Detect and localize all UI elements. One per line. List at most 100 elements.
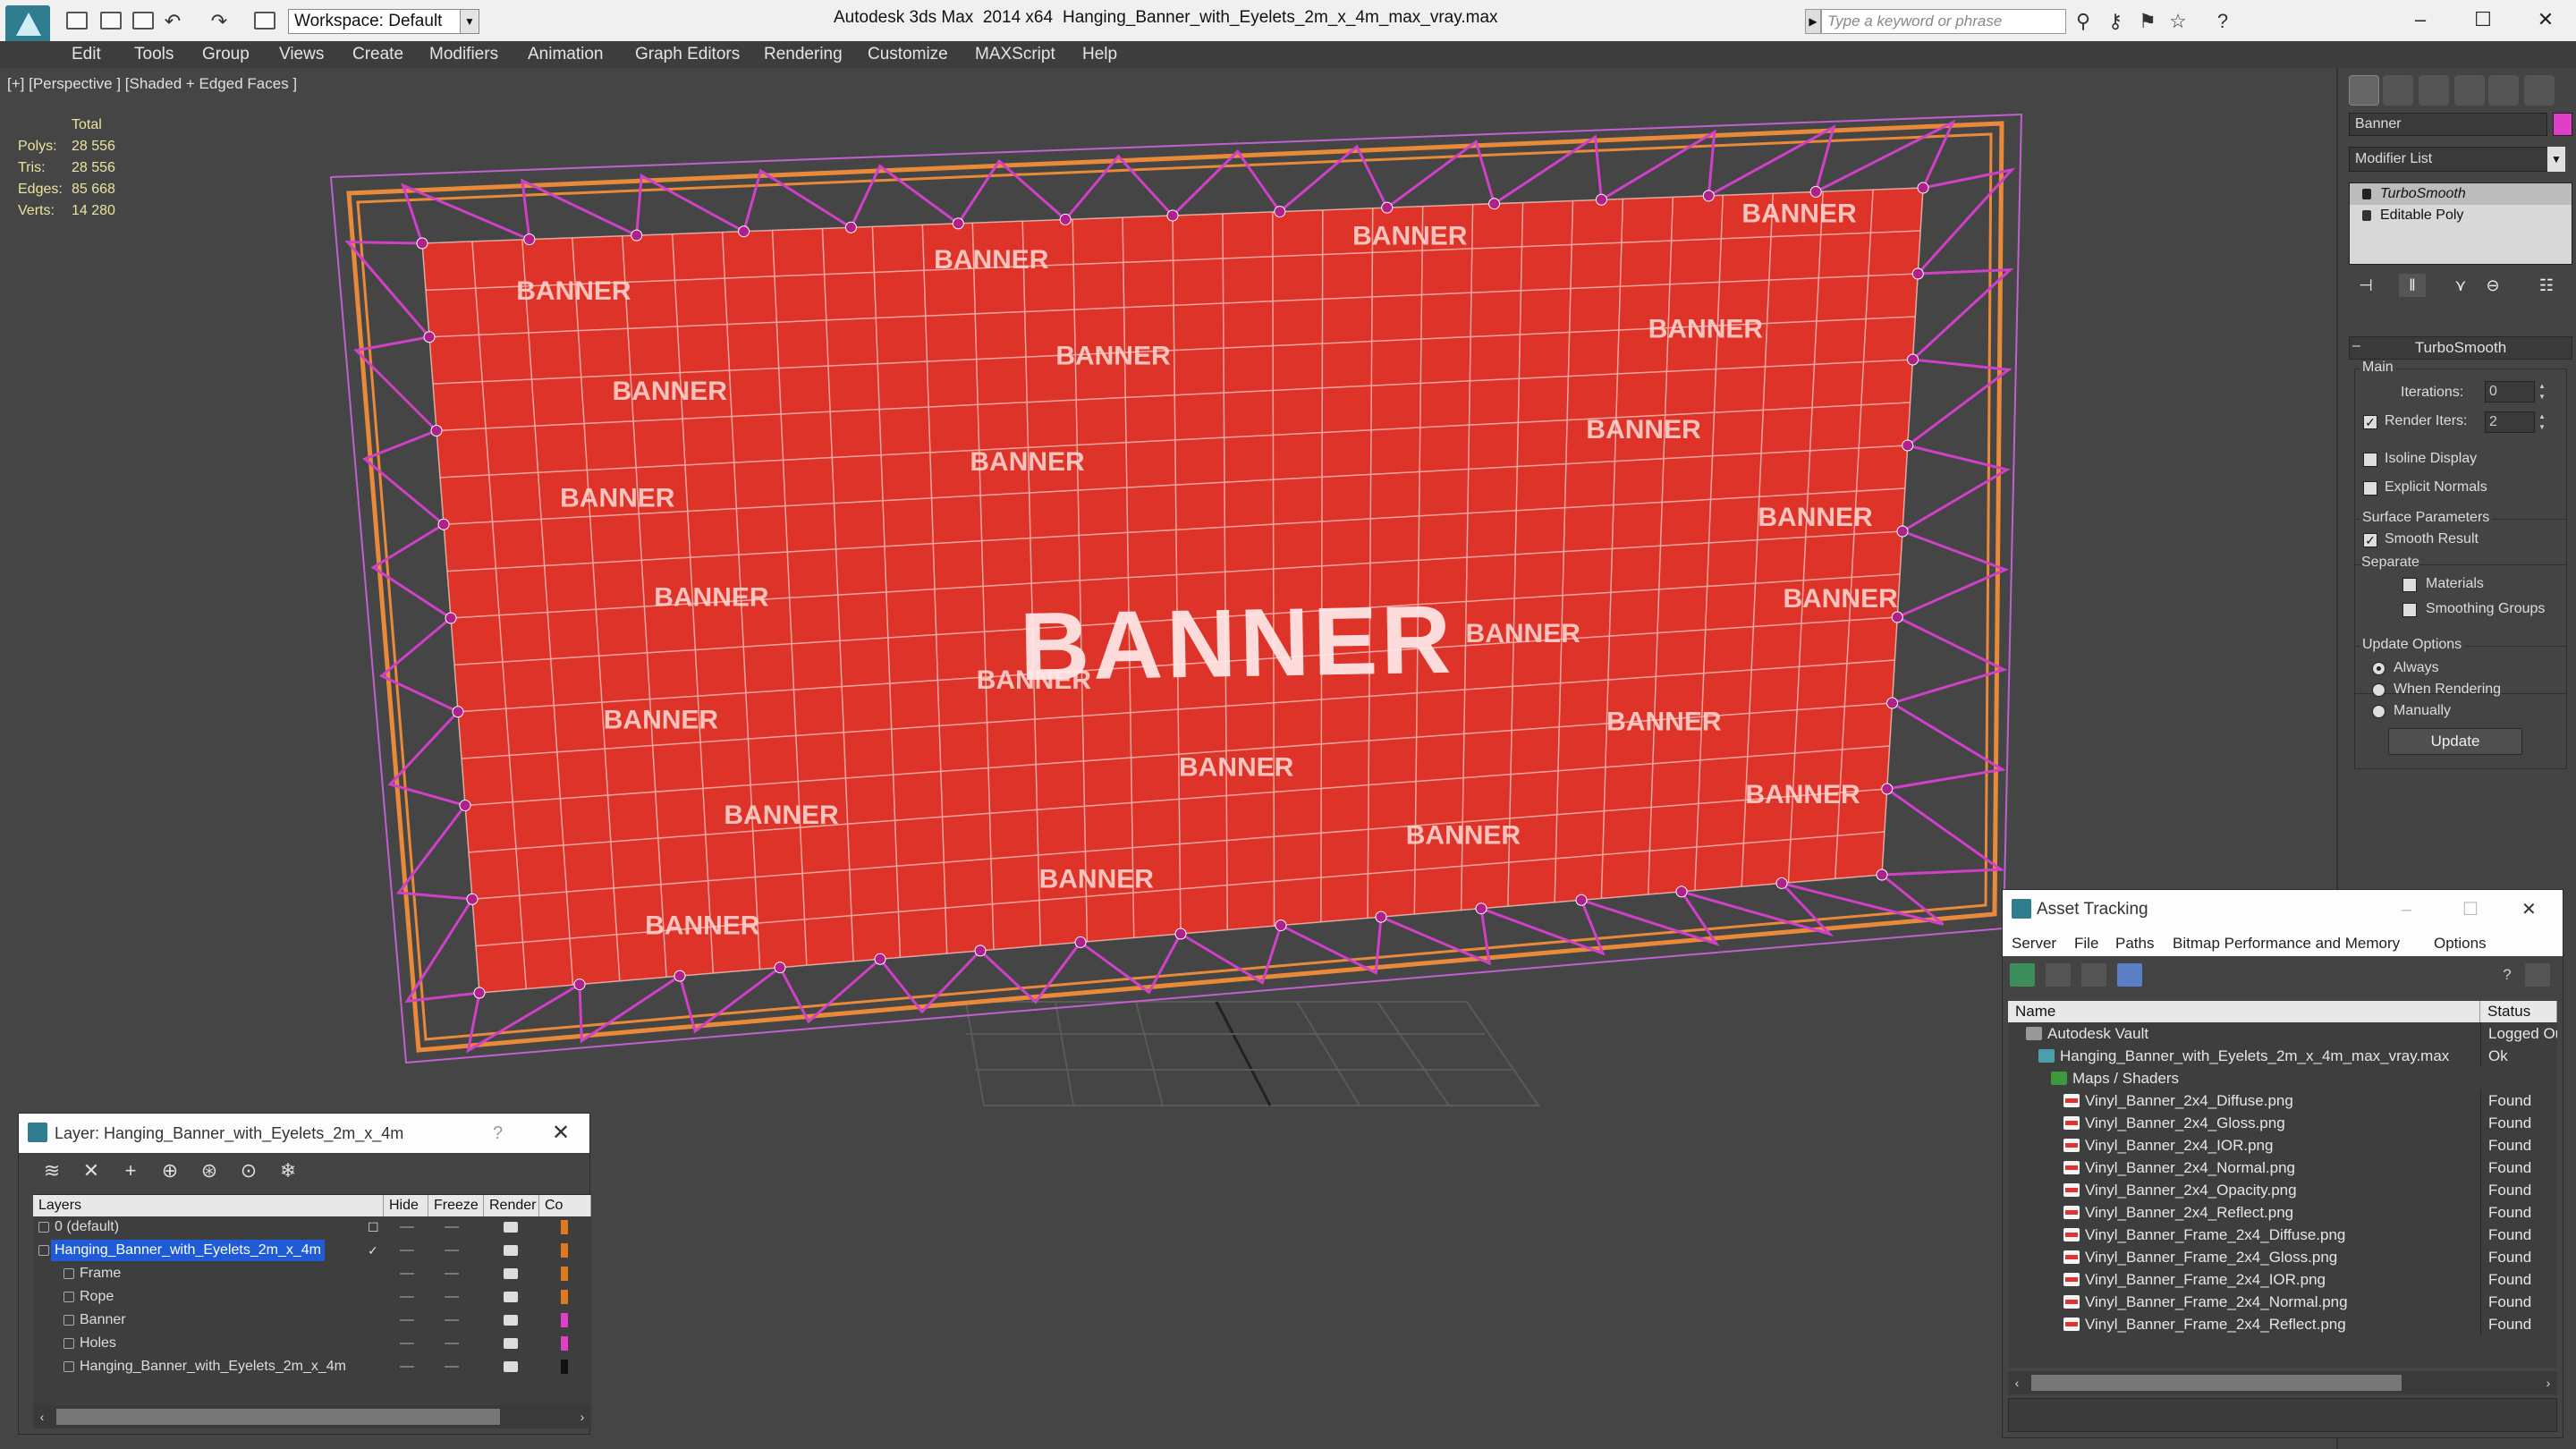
layer-name[interactable]: 0 (default): [51, 1216, 123, 1238]
menu-modifiers[interactable]: Modifiers: [429, 45, 498, 64]
hide-toggle[interactable]: [400, 1273, 414, 1275]
separate-materials-checkbox[interactable]: [2402, 578, 2417, 592]
asset-horizontal-scrollbar[interactable]: ‹ ›: [2008, 1371, 2557, 1394]
scroll-right-icon[interactable]: ›: [2539, 1371, 2557, 1394]
asset-row[interactable]: Vinyl_Banner_Frame_2x4_Reflect.png Found: [2008, 1313, 2557, 1335]
delete-layer-icon[interactable]: ✕: [78, 1158, 105, 1183]
scroll-right-icon[interactable]: ›: [573, 1405, 591, 1428]
table-view-icon[interactable]: [2117, 963, 2142, 987]
render-teapot-icon[interactable]: [504, 1268, 518, 1279]
layer-name[interactable]: Hanging_Banner_with_Eyelets_2m_x_4m: [51, 1240, 325, 1261]
col-layers[interactable]: Layers: [33, 1195, 384, 1216]
col-color[interactable]: Co: [539, 1195, 591, 1216]
scroll-left-icon[interactable]: ‹: [33, 1405, 51, 1428]
help-icon[interactable]: ?: [2495, 963, 2520, 987]
viewport-label[interactable]: [+] [Perspective ] [Shaded + Edged Faces…: [7, 75, 297, 93]
freeze-toggle[interactable]: [445, 1273, 459, 1275]
asset-row[interactable]: Vinyl_Banner_2x4_Normal.png Found: [2008, 1157, 2557, 1179]
iterations-spinner[interactable]: 0: [2485, 381, 2535, 402]
asset-row[interactable]: Vinyl_Banner_Frame_2x4_Diffuse.png Found: [2008, 1224, 2557, 1246]
layer-color-swatch[interactable]: [561, 1267, 568, 1281]
menu-group[interactable]: Group: [202, 45, 250, 64]
layer-color-swatch[interactable]: [561, 1313, 568, 1327]
close-button[interactable]: ✕: [2521, 890, 2537, 929]
menu-views[interactable]: Views: [279, 45, 324, 64]
col-status[interactable]: Status: [2480, 1001, 2557, 1022]
favorites-icon[interactable]: ☆: [2166, 11, 2190, 32]
menu-edit[interactable]: Edit: [72, 45, 101, 64]
asset-menu-paths[interactable]: Paths: [2115, 935, 2154, 953]
configure-sets-icon[interactable]: ☷: [2533, 274, 2560, 297]
rollout-turbosmooth[interactable]: TurboSmooth: [2349, 336, 2572, 360]
show-end-result-icon[interactable]: ‖: [2399, 274, 2426, 297]
menu-animation[interactable]: Animation: [528, 45, 604, 64]
layer-row[interactable]: Holes: [33, 1333, 591, 1354]
hide-toggle[interactable]: [400, 1366, 414, 1368]
active-layer-icon[interactable]: ☐: [368, 1216, 379, 1238]
freeze-toggle[interactable]: [445, 1296, 459, 1298]
layer-close-button[interactable]: ✕: [552, 1114, 570, 1153]
settings-icon[interactable]: [2525, 963, 2550, 987]
layer-row[interactable]: Hanging_Banner_with_Eyelets_2m_x_4m: [33, 1356, 591, 1377]
create-layer-icon[interactable]: ≋: [38, 1158, 65, 1183]
layer-dialog-title[interactable]: Layer: Hanging_Banner_with_Eyelets_2m_x_…: [19, 1114, 589, 1153]
layer-row[interactable]: Banner: [33, 1309, 591, 1331]
freeze-toggle[interactable]: [445, 1226, 459, 1228]
menu-graph-editors[interactable]: Graph Editors: [635, 45, 740, 64]
modify-tab-icon[interactable]: [2383, 75, 2413, 106]
remove-modifier-icon[interactable]: ⊖: [2479, 274, 2506, 297]
list-view-icon[interactable]: [2046, 963, 2071, 987]
scroll-left-icon[interactable]: ‹: [2008, 1371, 2026, 1394]
hierarchy-tab-icon[interactable]: [2419, 75, 2449, 106]
layer-row[interactable]: 0 (default) ☐: [33, 1216, 591, 1238]
menu-help[interactable]: Help: [1082, 45, 1117, 64]
layer-color-swatch[interactable]: [561, 1243, 568, 1258]
layer-name[interactable]: Banner: [76, 1309, 130, 1331]
motion-tab-icon[interactable]: [2454, 75, 2485, 106]
update-when-rendering-radio[interactable]: [2372, 683, 2385, 697]
layer-color-swatch[interactable]: [561, 1336, 568, 1351]
lightbulb-icon[interactable]: [2362, 189, 2371, 199]
object-name-field[interactable]: Banner: [2349, 113, 2547, 136]
search-tools-icon[interactable]: ⚷: [2104, 11, 2127, 32]
menu-create[interactable]: Create: [352, 45, 403, 64]
isoline-display-checkbox[interactable]: [2363, 453, 2377, 467]
app-logo-icon[interactable]: [5, 5, 50, 45]
minimize-button[interactable]: –: [2394, 4, 2447, 36]
layer-name[interactable]: Holes: [76, 1333, 120, 1354]
make-unique-icon[interactable]: ⋎: [2447, 274, 2474, 297]
stack-item-turbosmooth[interactable]: TurboSmooth: [2350, 183, 2572, 205]
freeze-toggle[interactable]: [445, 1319, 459, 1321]
layer-help-button[interactable]: ?: [493, 1114, 503, 1153]
update-button[interactable]: Update: [2388, 728, 2522, 755]
undo-icon[interactable]: ↶: [161, 11, 184, 32]
collapse-icon[interactable]: –: [2352, 338, 2360, 354]
object-color-swatch[interactable]: [2553, 113, 2572, 136]
scroll-thumb[interactable]: [2031, 1375, 2402, 1391]
asset-tracking-title[interactable]: Asset Tracking: [2003, 890, 2563, 929]
chevron-down-icon[interactable]: ▼: [460, 9, 479, 34]
asset-row[interactable]: Vinyl_Banner_2x4_Diffuse.png Found: [2008, 1089, 2557, 1112]
search-input[interactable]: Type a keyword or phrase: [1821, 9, 2066, 34]
help-icon[interactable]: ?: [2211, 11, 2234, 32]
asset-row[interactable]: Vinyl_Banner_2x4_Reflect.png Found: [2008, 1201, 2557, 1224]
explicit-normals-checkbox[interactable]: [2363, 481, 2377, 496]
workspace-select[interactable]: Workspace: Default: [288, 9, 479, 34]
smooth-result-checkbox[interactable]: ✓: [2363, 533, 2377, 547]
pin-stack-icon[interactable]: ⊣: [2352, 274, 2379, 297]
select-objects-icon[interactable]: ⊕: [157, 1158, 183, 1183]
menu-customize[interactable]: Customize: [868, 45, 948, 64]
asset-row[interactable]: Vinyl_Banner_2x4_Opacity.png Found: [2008, 1179, 2557, 1201]
asset-row[interactable]: Autodesk Vault Logged Ou: [2008, 1022, 2557, 1045]
spinner-arrows-icon[interactable]: ▲ ▼: [2537, 381, 2547, 402]
minimize-button[interactable]: –: [2402, 890, 2411, 929]
render-teapot-icon[interactable]: [504, 1222, 518, 1233]
asset-row[interactable]: Vinyl_Banner_Frame_2x4_IOR.png Found: [2008, 1268, 2557, 1291]
render-teapot-icon[interactable]: [504, 1315, 518, 1326]
asset-menu-file[interactable]: File: [2074, 935, 2098, 953]
stack-item-editable-poly[interactable]: Editable Poly: [2350, 205, 2572, 226]
render-teapot-icon[interactable]: [504, 1245, 518, 1256]
render-iters-checkbox[interactable]: ✓: [2363, 415, 2377, 429]
maximize-button[interactable]: ☐: [2462, 890, 2479, 929]
layer-color-swatch[interactable]: [561, 1360, 568, 1374]
